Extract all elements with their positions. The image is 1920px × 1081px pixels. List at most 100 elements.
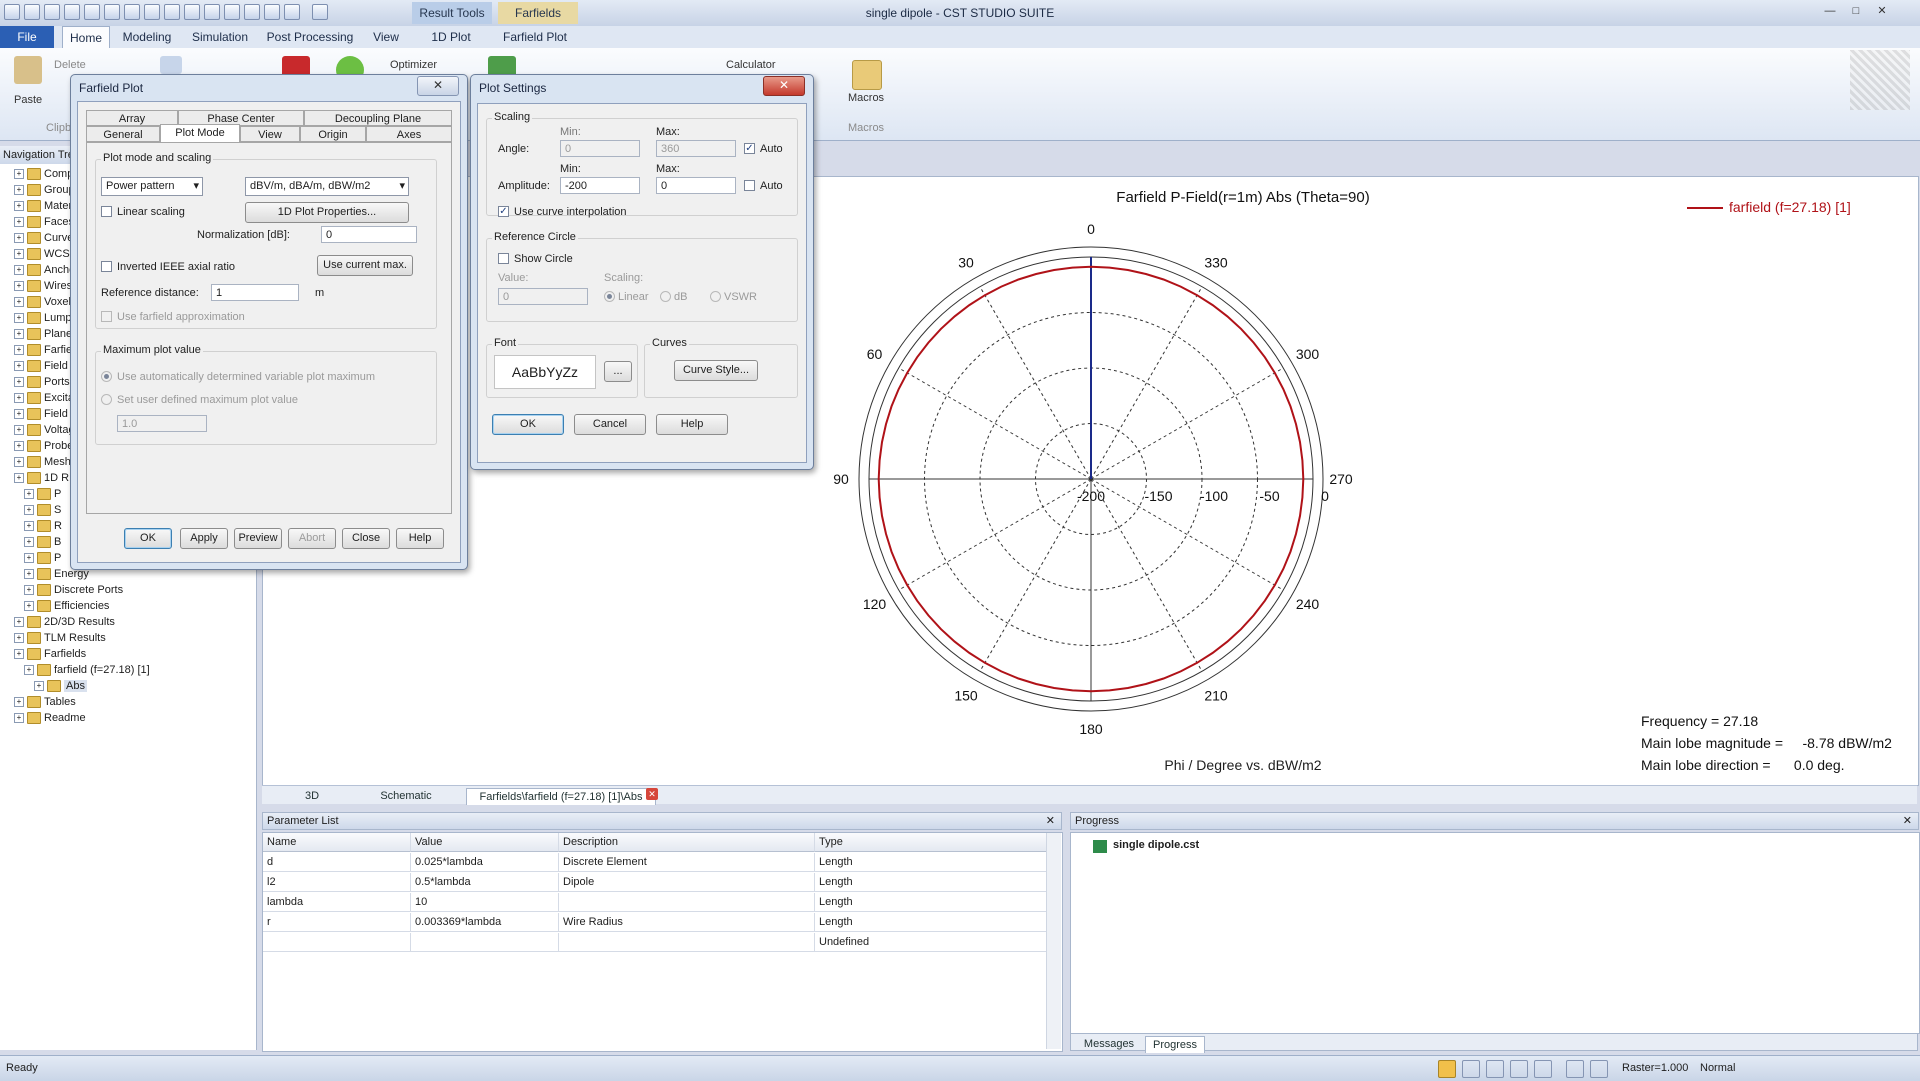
tab-simulation[interactable]: Simulation — [186, 26, 254, 48]
table-cell[interactable]: lambda — [263, 893, 411, 912]
tree-item[interactable]: + Ports — [14, 374, 70, 390]
expand-icon[interactable]: + — [24, 553, 34, 564]
ok-button[interactable]: OK — [124, 528, 172, 549]
tab-farfield-plot[interactable]: Farfield Plot — [494, 26, 576, 48]
font-button[interactable]: ... — [604, 361, 632, 382]
settings-help-button[interactable]: Help — [656, 414, 728, 435]
table-cell[interactable] — [559, 933, 815, 952]
tree-item[interactable]: + Wires — [14, 278, 72, 294]
rotate-icon[interactable] — [1486, 1060, 1504, 1078]
expand-icon[interactable]: + — [14, 617, 24, 628]
tree-item[interactable]: + R — [24, 518, 62, 534]
apply-button[interactable]: Apply — [180, 528, 228, 549]
tree-item[interactable]: + Readme — [14, 710, 86, 726]
expand-icon[interactable]: + — [14, 457, 24, 468]
tree-item[interactable]: + Comp — [14, 166, 73, 182]
expand-icon[interactable]: + — [34, 681, 44, 692]
expand-icon[interactable]: + — [14, 441, 24, 452]
cube-icon[interactable] — [1590, 1060, 1608, 1078]
table-cell[interactable]: Length — [815, 893, 1050, 912]
maximize-icon[interactable]: □ — [1844, 3, 1868, 19]
tree-item[interactable]: +1D R — [14, 470, 69, 486]
tree-item[interactable]: + Probe — [14, 438, 73, 454]
tree-item[interactable]: + Excita — [14, 390, 74, 406]
table-cell[interactable]: d — [263, 853, 411, 872]
user-max-input[interactable]: 1.0 — [117, 415, 207, 432]
expand-icon[interactable]: + — [14, 361, 24, 372]
table-cell[interactable]: Length — [815, 913, 1050, 932]
close-icon[interactable]: ✕ — [1870, 3, 1894, 19]
tree-item[interactable]: + Field — [14, 358, 68, 374]
tab-plot-mode[interactable]: Plot Mode — [160, 124, 240, 142]
doc-tab-farfield[interactable]: Farfields\farfield (f=27.18) [1]\Abs — [466, 788, 656, 805]
curve-style-button[interactable]: Curve Style... — [674, 360, 758, 381]
tab-modeling[interactable]: Modeling — [114, 26, 180, 48]
ref-value-input[interactable]: 0 — [498, 288, 588, 305]
user-max-radio[interactable] — [101, 394, 112, 405]
tree-item[interactable]: + Voxel — [14, 294, 71, 310]
settings-ok-button[interactable]: OK — [492, 414, 564, 435]
expand-icon[interactable]: + — [14, 185, 24, 196]
angle-auto-checkbox[interactable]: ✓ — [744, 143, 755, 154]
mode-select[interactable]: Power pattern — [101, 177, 203, 196]
column-header[interactable]: Value — [411, 833, 559, 852]
pan-icon[interactable] — [1462, 1060, 1480, 1078]
expand-icon[interactable]: + — [14, 633, 24, 644]
angle-max-input[interactable]: 360 — [656, 140, 736, 157]
tree-item[interactable]: + Field — [14, 406, 68, 422]
expand-icon[interactable]: + — [14, 393, 24, 404]
table-cell[interactable] — [559, 893, 815, 912]
table-cell[interactable]: r — [263, 913, 411, 932]
calculator-label[interactable]: Calculator — [726, 59, 776, 71]
tree-item[interactable]: + Group — [14, 182, 75, 198]
reference-distance-input[interactable]: 1 — [211, 284, 299, 301]
tab-decoupling-plane[interactable]: Decoupling Plane — [304, 110, 452, 126]
table-cell[interactable] — [411, 933, 559, 952]
linear-radio[interactable] — [604, 291, 615, 302]
expand-icon[interactable]: + — [14, 473, 24, 484]
farfield-approx-checkbox[interactable] — [101, 311, 112, 322]
settings-cancel-button[interactable]: Cancel — [574, 414, 646, 435]
expand-icon[interactable]: + — [14, 281, 24, 292]
unit-select[interactable]: dBV/m, dBA/m, dBW/m2 — [245, 177, 409, 196]
table-cell[interactable]: 0.5*lambda — [411, 873, 559, 892]
zoom-in-icon[interactable] — [1510, 1060, 1528, 1078]
tree-item[interactable]: + Faces — [14, 214, 74, 230]
expand-icon[interactable]: + — [14, 425, 24, 436]
tab-home[interactable]: Home — [62, 26, 110, 49]
tree-item[interactable]: + Discrete Ports — [24, 582, 123, 598]
farfield-dialog-close-icon[interactable]: ✕ — [417, 76, 459, 96]
help-button[interactable]: Help — [396, 528, 444, 549]
progress-item[interactable]: single dipole.cst — [1113, 839, 1199, 851]
table-cell[interactable]: 10 — [411, 893, 559, 912]
tree-item[interactable]: + Abs — [34, 678, 87, 694]
tree-item[interactable]: + P — [24, 550, 61, 566]
table-cell[interactable]: Undefined — [815, 933, 1050, 952]
doc-tab-schematic[interactable]: Schematic — [366, 788, 446, 804]
table-cell[interactable]: Length — [815, 873, 1050, 892]
use-current-max-button[interactable]: Use current max. — [317, 255, 413, 276]
table-cell[interactable] — [263, 933, 411, 952]
paste-icon[interactable] — [14, 56, 42, 84]
linear-scaling-checkbox[interactable] — [101, 206, 112, 217]
expand-icon[interactable]: + — [14, 713, 24, 724]
delete-label[interactable]: Delete — [54, 59, 86, 71]
expand-icon[interactable]: + — [24, 537, 34, 548]
tree-item[interactable]: + Mesh — [14, 454, 71, 470]
tab-origin[interactable]: Origin — [300, 126, 366, 142]
tab-general[interactable]: General — [86, 126, 160, 142]
close-progress-icon[interactable]: ✕ — [1903, 813, 1912, 829]
interpolation-checkbox[interactable]: ✓ — [498, 206, 509, 217]
column-header[interactable]: Type — [815, 833, 1050, 852]
column-header[interactable]: Name — [263, 833, 411, 852]
optimizer-label[interactable]: Optimizer — [390, 59, 437, 71]
tab-messages[interactable]: Messages — [1079, 1036, 1139, 1052]
tree-item[interactable]: + Mater — [14, 198, 72, 214]
table-cell[interactable]: l2 — [263, 873, 411, 892]
tree-item[interactable]: + Anche — [14, 262, 75, 278]
auto-max-radio[interactable] — [101, 371, 112, 382]
tab-axes[interactable]: Axes — [366, 126, 452, 142]
expand-icon[interactable]: + — [14, 649, 24, 660]
macros-label[interactable]: Macros — [848, 92, 884, 104]
macros-icon[interactable] — [852, 60, 882, 90]
